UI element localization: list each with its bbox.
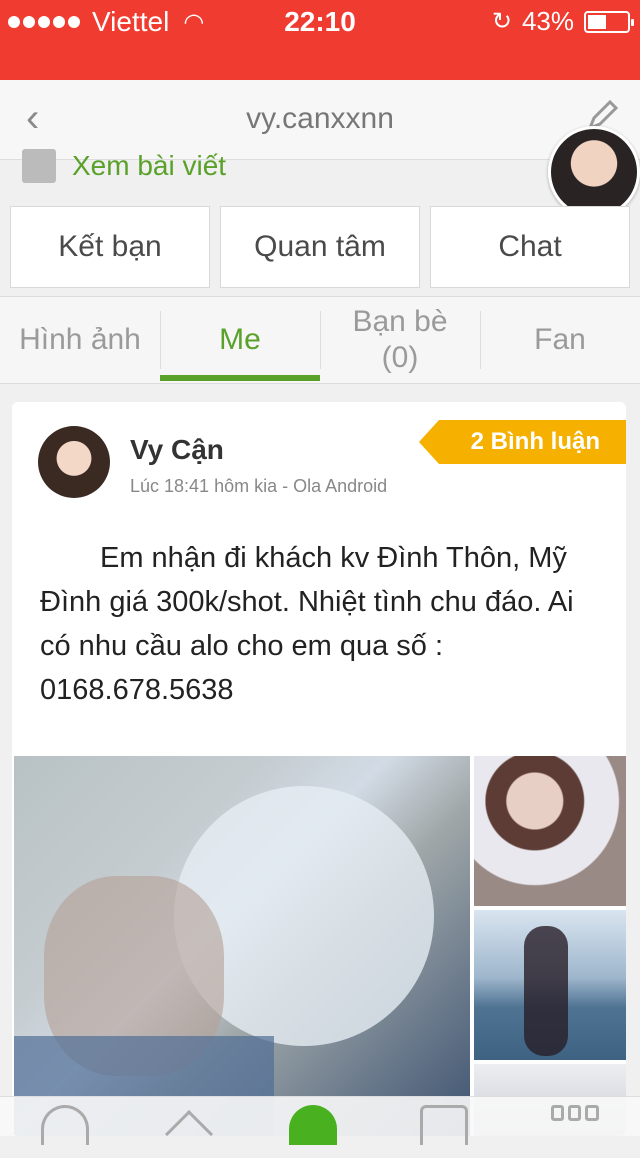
post-card: Vy Cận Lúc 18:41 hôm kia - Ola Android 2… [12, 402, 626, 1136]
photo-main[interactable] [14, 756, 470, 1136]
battery-percent: 43% [521, 6, 574, 36]
author-avatar[interactable] [38, 426, 110, 498]
more-icon[interactable] [550, 1105, 599, 1145]
view-posts-link[interactable]: Xem bài viết [22, 146, 226, 186]
tab-photos[interactable]: Hình ảnh [0, 297, 160, 383]
status-right: ↻ 43% [491, 6, 634, 37]
rotation-lock-icon: ↻ [491, 8, 512, 35]
post-content: Em nhận đi khách kv Đình Thôn, Mỹ Đình g… [40, 542, 574, 706]
profile-tabs: Hình ảnh Me Bạn bè (0) Fan [0, 296, 640, 384]
feed-icon[interactable] [419, 1105, 468, 1145]
profile-actions: Kết bạn Quan tâm Chat [10, 206, 630, 288]
chat-button[interactable]: Chat [430, 206, 630, 288]
view-posts-label: Xem bài viết [72, 150, 227, 181]
post-meta: Lúc 18:41 hôm kia - Ola Android [130, 476, 388, 496]
tab-friends-label: Bạn bè [352, 305, 448, 338]
profile-avatar[interactable] [548, 126, 640, 218]
photo-gallery [14, 756, 626, 1136]
follow-button[interactable]: Quan tâm [220, 206, 420, 288]
tab-friends[interactable]: Bạn bè (0) [320, 297, 480, 383]
tab-friends-count: (0) [381, 341, 419, 374]
tab-me[interactable]: Me [160, 297, 320, 383]
page-title: vy.canxxnn [246, 102, 394, 135]
bottom-tab-bar [0, 1096, 640, 1158]
mountain-icon[interactable] [165, 1109, 214, 1158]
home-icon[interactable] [288, 1105, 337, 1145]
comments-badge[interactable]: 2 Bình luận [418, 420, 626, 464]
battery-icon [584, 10, 634, 33]
author-name[interactable]: Vy Cận [130, 434, 224, 466]
chat-bubble-icon[interactable] [41, 1105, 90, 1145]
photo-thumb[interactable] [474, 910, 626, 1060]
photo-thumb[interactable] [474, 756, 626, 906]
tab-fans[interactable]: Fan [480, 297, 640, 383]
add-friend-button[interactable]: Kết bạn [10, 206, 210, 288]
status-bar: Viettel ◠ 22:10 ↻ 43% [0, 0, 640, 80]
document-icon [22, 149, 56, 183]
